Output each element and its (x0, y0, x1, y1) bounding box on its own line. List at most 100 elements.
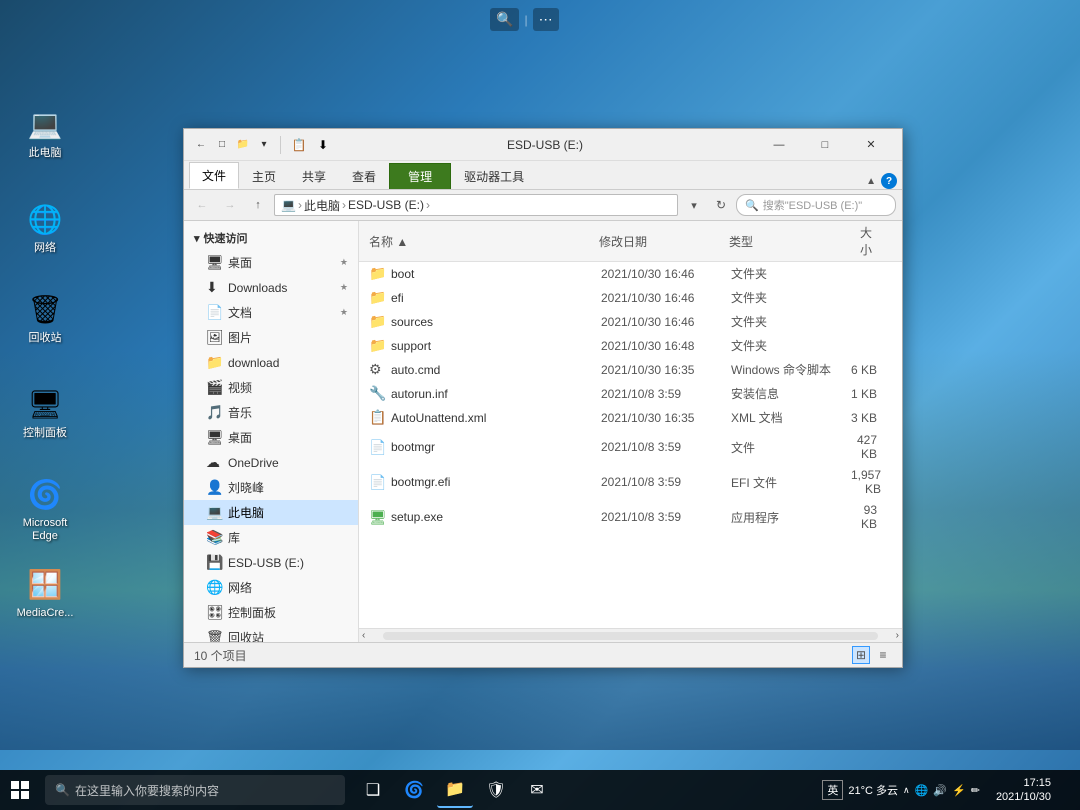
back-btn[interactable]: ← (192, 136, 210, 154)
tab-view[interactable]: 查看 (339, 163, 389, 189)
search-box[interactable]: 🔍 搜索"ESD-USB (E:)" (736, 194, 896, 216)
volume-icon[interactable]: 🔊 (933, 784, 947, 797)
sidebar-item-liu[interactable]: 👤 刘晓峰 (184, 475, 358, 500)
tab-share[interactable]: 共享 (289, 163, 339, 189)
autocmd-name: auto.cmd (391, 363, 601, 377)
desktop-icon-network[interactable]: 🌐 网络 (10, 195, 80, 259)
col-name-header[interactable]: 名称 ▲ (369, 233, 599, 250)
pin-icon-desktop: ★ (340, 257, 348, 268)
quick-access-label: 快速访问 (204, 230, 248, 246)
hscroll-right[interactable]: › (893, 630, 902, 641)
sidebar-item-esd[interactable]: 💾 ESD-USB (E:) (184, 550, 358, 575)
hscroll-left[interactable]: ‹ (359, 630, 368, 641)
taskbar-mail[interactable]: ✉ (519, 772, 555, 808)
sources-name: sources (391, 315, 601, 329)
taskbar-security[interactable]: 🛡 (478, 772, 514, 808)
arrow-btn[interactable]: ▾ (255, 136, 273, 154)
sidebar-item-control-panel[interactable]: 🎛 控制面板 (184, 600, 358, 625)
hscroll-track[interactable] (383, 632, 877, 640)
path-this-pc[interactable]: 此电脑 (304, 197, 340, 214)
desktop-icon-recycle[interactable]: 🗑 回收站 (10, 285, 80, 349)
col-date-header[interactable]: 修改日期 (599, 233, 729, 250)
file-row-autorun[interactable]: 🔧 autorun.inf 2021/10/8 3:59 安装信息 1 KB (359, 382, 902, 406)
sidebar-item-library[interactable]: 📚 库 (184, 525, 358, 550)
sidebar-item-onedrive[interactable]: ☁ OneDrive (184, 450, 358, 475)
nav-forward[interactable]: → (218, 194, 242, 216)
sidebar-item-desktop[interactable]: 🖥 桌面 ★ (184, 250, 358, 275)
ribbon-help-icon[interactable]: ? (881, 173, 897, 189)
path-drive[interactable]: ESD-USB (E:) (348, 198, 424, 212)
close-btn[interactable]: ✕ (848, 129, 894, 161)
file-row-boot[interactable]: 📁 boot 2021/10/30 16:46 文件夹 (359, 262, 902, 286)
address-path-box[interactable]: 💻 › 此电脑 › ESD-USB (E:) › (274, 194, 678, 216)
lang-icon[interactable]: 英 (822, 780, 843, 800)
sidebar-item-pictures[interactable]: 🖼 图片 (184, 325, 358, 350)
file-row-sources[interactable]: 📁 sources 2021/10/30 16:46 文件夹 (359, 310, 902, 334)
sidebar-item-network[interactable]: 🌐 网络 (184, 575, 358, 600)
bootmgr-type: 文件 (731, 439, 851, 456)
file-row-setup[interactable]: 🖥 setup.exe 2021/10/8 3:59 应用程序 93 KB (359, 500, 902, 535)
taskbar-search[interactable]: 🔍 在这里输入你要搜索的内容 (45, 775, 345, 805)
start-button[interactable] (0, 770, 40, 810)
network-sidebar-icon: 🌐 (206, 579, 222, 596)
forward-btn[interactable]: □ (213, 136, 231, 154)
taskbar-search-icon: 🔍 (55, 783, 70, 797)
desktop-icon-media[interactable]: 🪟 MediaCre... (10, 560, 80, 624)
col-size-header[interactable]: 大小 (849, 224, 892, 258)
network-sys-icon[interactable]: 🌐 (915, 784, 929, 797)
sidebar-this-pc-label: 此电脑 (228, 504, 264, 521)
sidebar-item-documents[interactable]: 📄 文档 ★ (184, 300, 358, 325)
tab-manage[interactable]: 管理 (389, 163, 451, 189)
taskbar-task-view[interactable]: ❑ (355, 772, 391, 808)
taskbar-explorer[interactable]: 📁 (437, 772, 473, 808)
expand-systray[interactable]: ∧ (903, 785, 910, 796)
quick-access-toolbar: 📋 ⬇ (288, 134, 334, 156)
taskbar-clock[interactable]: 17:15 2021/10/30 (988, 776, 1059, 805)
sidebar-item-download2[interactable]: 📁 download (184, 350, 358, 375)
nav-up[interactable]: ↑ (246, 194, 270, 216)
top-menu-icon[interactable]: ⋯ (533, 8, 559, 31)
maximize-btn[interactable]: □ (802, 129, 848, 161)
qs-btn1[interactable]: 📋 (288, 134, 310, 156)
file-row-autocmd[interactable]: ⚙ auto.cmd 2021/10/30 16:35 Windows 命令脚本… (359, 358, 902, 382)
file-row-support[interactable]: 📁 support 2021/10/30 16:48 文件夹 (359, 334, 902, 358)
sidebar-item-downloads[interactable]: ⬇ Downloads ★ (184, 275, 358, 300)
pencil-icon[interactable]: ✏ (971, 784, 980, 797)
recycle-sidebar-icon: 🗑 (206, 629, 222, 642)
qs-btn2[interactable]: ⬇ (312, 134, 334, 156)
tab-home[interactable]: 主页 (239, 163, 289, 189)
ribbon-expand-icon[interactable]: ▲ (866, 176, 876, 187)
nav-back[interactable]: ← (190, 194, 214, 216)
col-type-header[interactable]: 类型 (729, 233, 849, 250)
boot-date: 2021/10/30 16:46 (601, 267, 731, 281)
quick-access-header[interactable]: ▾ 快速访问 (184, 226, 358, 250)
sidebar-item-music[interactable]: 🎵 音乐 (184, 400, 358, 425)
sidebar-item-recycle[interactable]: 🗑 回收站 (184, 625, 358, 642)
sidebar-item-desktop2[interactable]: 🖥 桌面 (184, 425, 358, 450)
tab-drive-tools[interactable]: 驱动器工具 (451, 163, 537, 189)
address-dropdown[interactable]: ▾ (682, 194, 706, 216)
file-row-bootmgrefi[interactable]: 📄 bootmgr.efi 2021/10/8 3:59 EFI 文件 1,95… (359, 465, 902, 500)
sidebar-item-videos[interactable]: 🎬 视频 (184, 375, 358, 400)
sidebar-item-this-pc[interactable]: 💻 此电脑 (184, 500, 358, 525)
taskbar-edge[interactable]: 🌀 (396, 772, 432, 808)
refresh-btn[interactable]: ↻ (710, 194, 732, 216)
desktop-icon-this-pc[interactable]: 💻 此电脑 (10, 100, 80, 164)
file-row-efi[interactable]: 📁 efi 2021/10/30 16:46 文件夹 (359, 286, 902, 310)
file-row-bootmgr[interactable]: 📄 bootmgr 2021/10/8 3:59 文件 427 KB (359, 430, 902, 465)
view-grid-btn[interactable]: ⊞ (852, 646, 870, 664)
folder-btn[interactable]: 📁 (234, 136, 252, 154)
item-count: 10 个项目 (194, 647, 247, 664)
sidebar-documents-label: 文档 (228, 304, 252, 321)
view-list-btn[interactable]: ≡ (874, 646, 892, 664)
top-search-icon[interactable]: 🔍 (490, 8, 519, 31)
minimize-btn[interactable]: — (756, 129, 802, 161)
power-icon[interactable]: ⚡ (952, 784, 966, 797)
desktop-icon-edge[interactable]: 🌀 Microsoft Edge (10, 470, 80, 547)
setup-type: 应用程序 (731, 509, 851, 526)
tab-file[interactable]: 文件 (189, 162, 239, 189)
file-row-xml[interactable]: 📋 AutoUnattend.xml 2021/10/30 16:35 XML … (359, 406, 902, 430)
search-placeholder: 搜索"ESD-USB (E:)" (763, 197, 862, 213)
desktop-icon-control[interactable]: 🖥 控制面板 (10, 380, 80, 444)
bootmgrefi-icon: 📄 (369, 474, 385, 491)
